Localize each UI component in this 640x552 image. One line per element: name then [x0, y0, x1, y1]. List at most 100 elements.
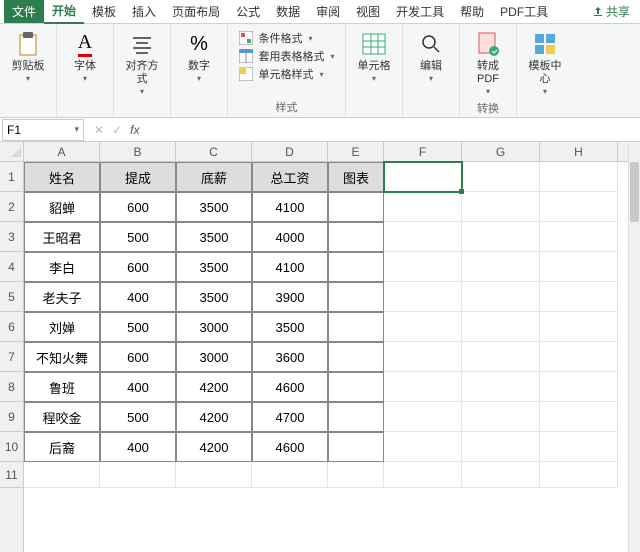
template-center-button[interactable]: 模板中心▾ [523, 28, 567, 98]
cell[interactable] [540, 342, 618, 372]
edit-button[interactable]: 编辑▾ [409, 28, 453, 85]
cell[interactable]: 4000 [252, 222, 328, 252]
cell[interactable] [328, 222, 384, 252]
cell[interactable]: 王昭君 [24, 222, 100, 252]
cell[interactable]: 500 [100, 402, 176, 432]
cell[interactable] [100, 462, 176, 488]
cell[interactable] [328, 192, 384, 222]
cell[interactable] [252, 462, 328, 488]
cell[interactable]: 提成 [100, 162, 176, 192]
cell[interactable] [462, 162, 540, 192]
cell[interactable]: 4100 [252, 192, 328, 222]
cell[interactable] [384, 222, 462, 252]
cell[interactable] [540, 462, 618, 488]
cell[interactable]: 鲁班 [24, 372, 100, 402]
scrollbar-thumb[interactable] [630, 162, 639, 222]
table-format-button[interactable]: 套用表格格式▾ [238, 48, 334, 64]
cell[interactable]: 600 [100, 192, 176, 222]
cell[interactable] [384, 312, 462, 342]
font-button[interactable]: A 字体▾ [63, 28, 107, 85]
cell[interactable]: 姓名 [24, 162, 100, 192]
formula-input[interactable] [147, 119, 640, 141]
cell[interactable]: 3500 [252, 312, 328, 342]
cell[interactable] [540, 282, 618, 312]
cell[interactable]: 后裔 [24, 432, 100, 462]
cell[interactable] [462, 462, 540, 488]
menu-formulas[interactable]: 公式 [228, 0, 268, 23]
cell[interactable]: 4100 [252, 252, 328, 282]
cell[interactable] [462, 192, 540, 222]
pdf-button[interactable]: 转成PDF▾ [466, 28, 510, 98]
cell[interactable]: 4600 [252, 372, 328, 402]
select-all-corner[interactable] [0, 142, 24, 162]
row-header-3[interactable]: 3 [0, 222, 23, 252]
row-header-11[interactable]: 11 [0, 462, 23, 488]
menu-page-layout[interactable]: 页面布局 [164, 0, 228, 23]
cell[interactable]: 3600 [252, 342, 328, 372]
menu-home[interactable]: 开始 [44, 0, 84, 24]
align-button[interactable]: 对齐方式▾ [120, 28, 164, 98]
cell[interactable]: 刘婵 [24, 312, 100, 342]
col-header-H[interactable]: H [540, 142, 618, 161]
menu-view[interactable]: 视图 [348, 0, 388, 23]
cell[interactable] [328, 282, 384, 312]
cell[interactable] [462, 372, 540, 402]
cell[interactable] [540, 222, 618, 252]
row-header-9[interactable]: 9 [0, 402, 23, 432]
cell[interactable] [540, 312, 618, 342]
menu-file[interactable]: 文件 [4, 0, 44, 23]
cell[interactable] [540, 432, 618, 462]
cell[interactable]: 400 [100, 282, 176, 312]
cell[interactable]: 3900 [252, 282, 328, 312]
col-header-G[interactable]: G [462, 142, 540, 161]
cell[interactable]: 3500 [176, 222, 252, 252]
cell[interactable]: 程咬金 [24, 402, 100, 432]
cell[interactable] [384, 252, 462, 282]
menu-dev[interactable]: 开发工具 [388, 0, 452, 23]
cell[interactable] [384, 432, 462, 462]
cell[interactable] [384, 162, 462, 192]
menu-help[interactable]: 帮助 [452, 0, 492, 23]
col-header-D[interactable]: D [252, 142, 328, 161]
cell[interactable]: 总工资 [252, 162, 328, 192]
number-button[interactable]: % 数字▾ [177, 28, 221, 85]
cell[interactable]: 不知火舞 [24, 342, 100, 372]
cell[interactable] [540, 252, 618, 282]
row-header-5[interactable]: 5 [0, 282, 23, 312]
col-header-C[interactable]: C [176, 142, 252, 161]
cell[interactable]: 4200 [176, 402, 252, 432]
fx-icon[interactable]: fx [130, 123, 139, 137]
name-box[interactable]: F1 ▾ [2, 119, 84, 141]
vertical-scrollbar[interactable] [628, 142, 640, 552]
menu-review[interactable]: 审阅 [308, 0, 348, 23]
row-header-8[interactable]: 8 [0, 372, 23, 402]
cell[interactable]: 600 [100, 342, 176, 372]
cells-button[interactable]: 单元格▾ [352, 28, 396, 85]
cell[interactable] [384, 282, 462, 312]
cells-area[interactable]: 姓名提成底薪总工资图表貂蝉60035004100王昭君50035004000李白… [24, 162, 628, 552]
cell[interactable]: 3000 [176, 312, 252, 342]
row-header-1[interactable]: 1 [0, 162, 23, 192]
share-button[interactable]: 共享 [586, 3, 636, 20]
cell[interactable] [328, 252, 384, 282]
cell[interactable]: 3500 [176, 192, 252, 222]
cell[interactable]: 图表 [328, 162, 384, 192]
cell[interactable] [384, 342, 462, 372]
cell[interactable]: 底薪 [176, 162, 252, 192]
cell[interactable]: 老夫子 [24, 282, 100, 312]
cell[interactable]: 3000 [176, 342, 252, 372]
cell[interactable] [328, 432, 384, 462]
menu-data[interactable]: 数据 [268, 0, 308, 23]
cell[interactable] [462, 402, 540, 432]
cell[interactable] [176, 462, 252, 488]
cell[interactable] [328, 372, 384, 402]
cell[interactable]: 500 [100, 222, 176, 252]
cell[interactable]: 400 [100, 372, 176, 402]
cell[interactable] [540, 402, 618, 432]
cell[interactable] [384, 462, 462, 488]
cell[interactable]: 3500 [176, 252, 252, 282]
row-header-7[interactable]: 7 [0, 342, 23, 372]
cell[interactable] [462, 252, 540, 282]
cell[interactable] [462, 222, 540, 252]
cell[interactable] [540, 162, 618, 192]
